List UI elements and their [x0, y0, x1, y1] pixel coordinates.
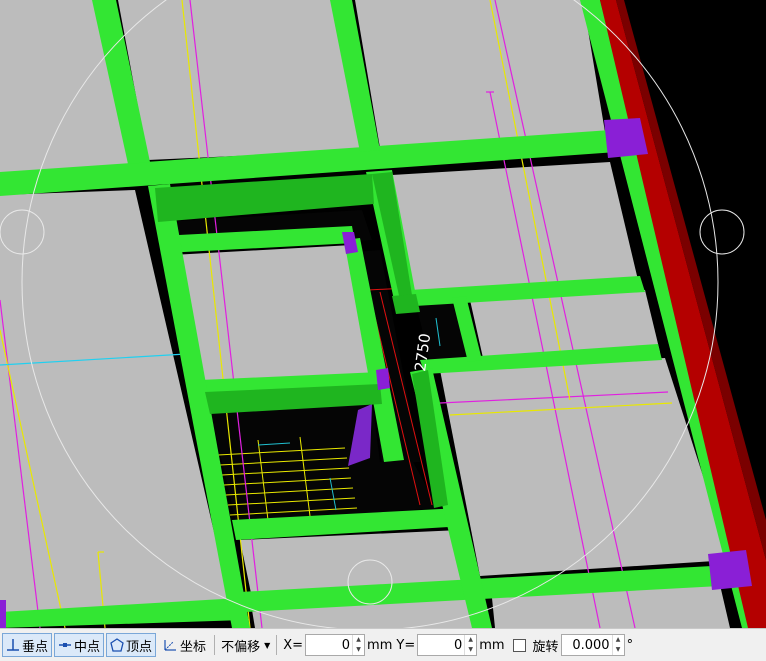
- rotate-unit: °: [626, 637, 634, 653]
- slab: [172, 245, 378, 388]
- column: [0, 600, 6, 628]
- midpoint-icon: [59, 643, 72, 647]
- offset-mode-value: 不偏移: [221, 639, 261, 655]
- drawing-canvas[interactable]: 2750: [0, 0, 766, 628]
- y-label: Y=: [396, 637, 416, 653]
- rotate-checkbox[interactable]: [512, 638, 526, 652]
- snap-perpendicular-label: 垂点: [22, 639, 49, 655]
- rotate-input-spinner[interactable]: ▲▼: [560, 634, 625, 656]
- x-input[interactable]: [306, 636, 353, 654]
- spinner-arrows-icon[interactable]: ▲ ▼: [352, 635, 364, 655]
- vertex-icon: [110, 638, 124, 652]
- divider: [214, 635, 216, 655]
- beam-side: [392, 294, 420, 314]
- rotate-label: 旋转: [532, 639, 559, 655]
- snap-midpoint-label: 中点: [74, 639, 101, 655]
- y-input[interactable]: [418, 636, 465, 654]
- coordinate-icon: [164, 640, 177, 651]
- snap-statusbar: 垂点 中点 顶点 坐标 不偏移 ▼ X= ▲▼ mm Y= ▲▼ mm 旋转 ▲…: [0, 628, 766, 661]
- x-label: X=: [283, 637, 304, 653]
- y-unit: mm: [479, 637, 505, 653]
- snap-coordinate-button[interactable]: 坐标: [158, 633, 210, 657]
- snap-coordinate-label: 坐标: [180, 639, 207, 655]
- y-input-spinner[interactable]: ▲▼: [417, 634, 478, 656]
- snap-vertex-button[interactable]: 顶点: [106, 633, 157, 657]
- slab: [392, 162, 638, 292]
- x-unit: mm: [367, 637, 393, 653]
- spinner-arrows-icon[interactable]: ▲ ▼: [611, 635, 624, 655]
- offset-mode-select[interactable]: 不偏移 ▼: [219, 634, 272, 656]
- column: [376, 368, 390, 390]
- slab: [118, 0, 370, 160]
- snap-midpoint-button[interactable]: 中点: [54, 633, 105, 657]
- column: [708, 550, 752, 590]
- spinner-arrows-icon[interactable]: ▲ ▼: [464, 635, 476, 655]
- dropdown-arrow-icon: ▼: [264, 640, 271, 650]
- drawing-viewport[interactable]: 2750: [0, 0, 766, 628]
- snap-vertex-label: 顶点: [126, 639, 153, 655]
- x-input-spinner[interactable]: ▲▼: [305, 634, 366, 656]
- rotate-input[interactable]: [561, 636, 612, 654]
- divider: [276, 635, 278, 655]
- perpendicular-icon: [7, 639, 19, 651]
- slab: [355, 0, 605, 148]
- snap-perpendicular-button[interactable]: 垂点: [2, 633, 53, 657]
